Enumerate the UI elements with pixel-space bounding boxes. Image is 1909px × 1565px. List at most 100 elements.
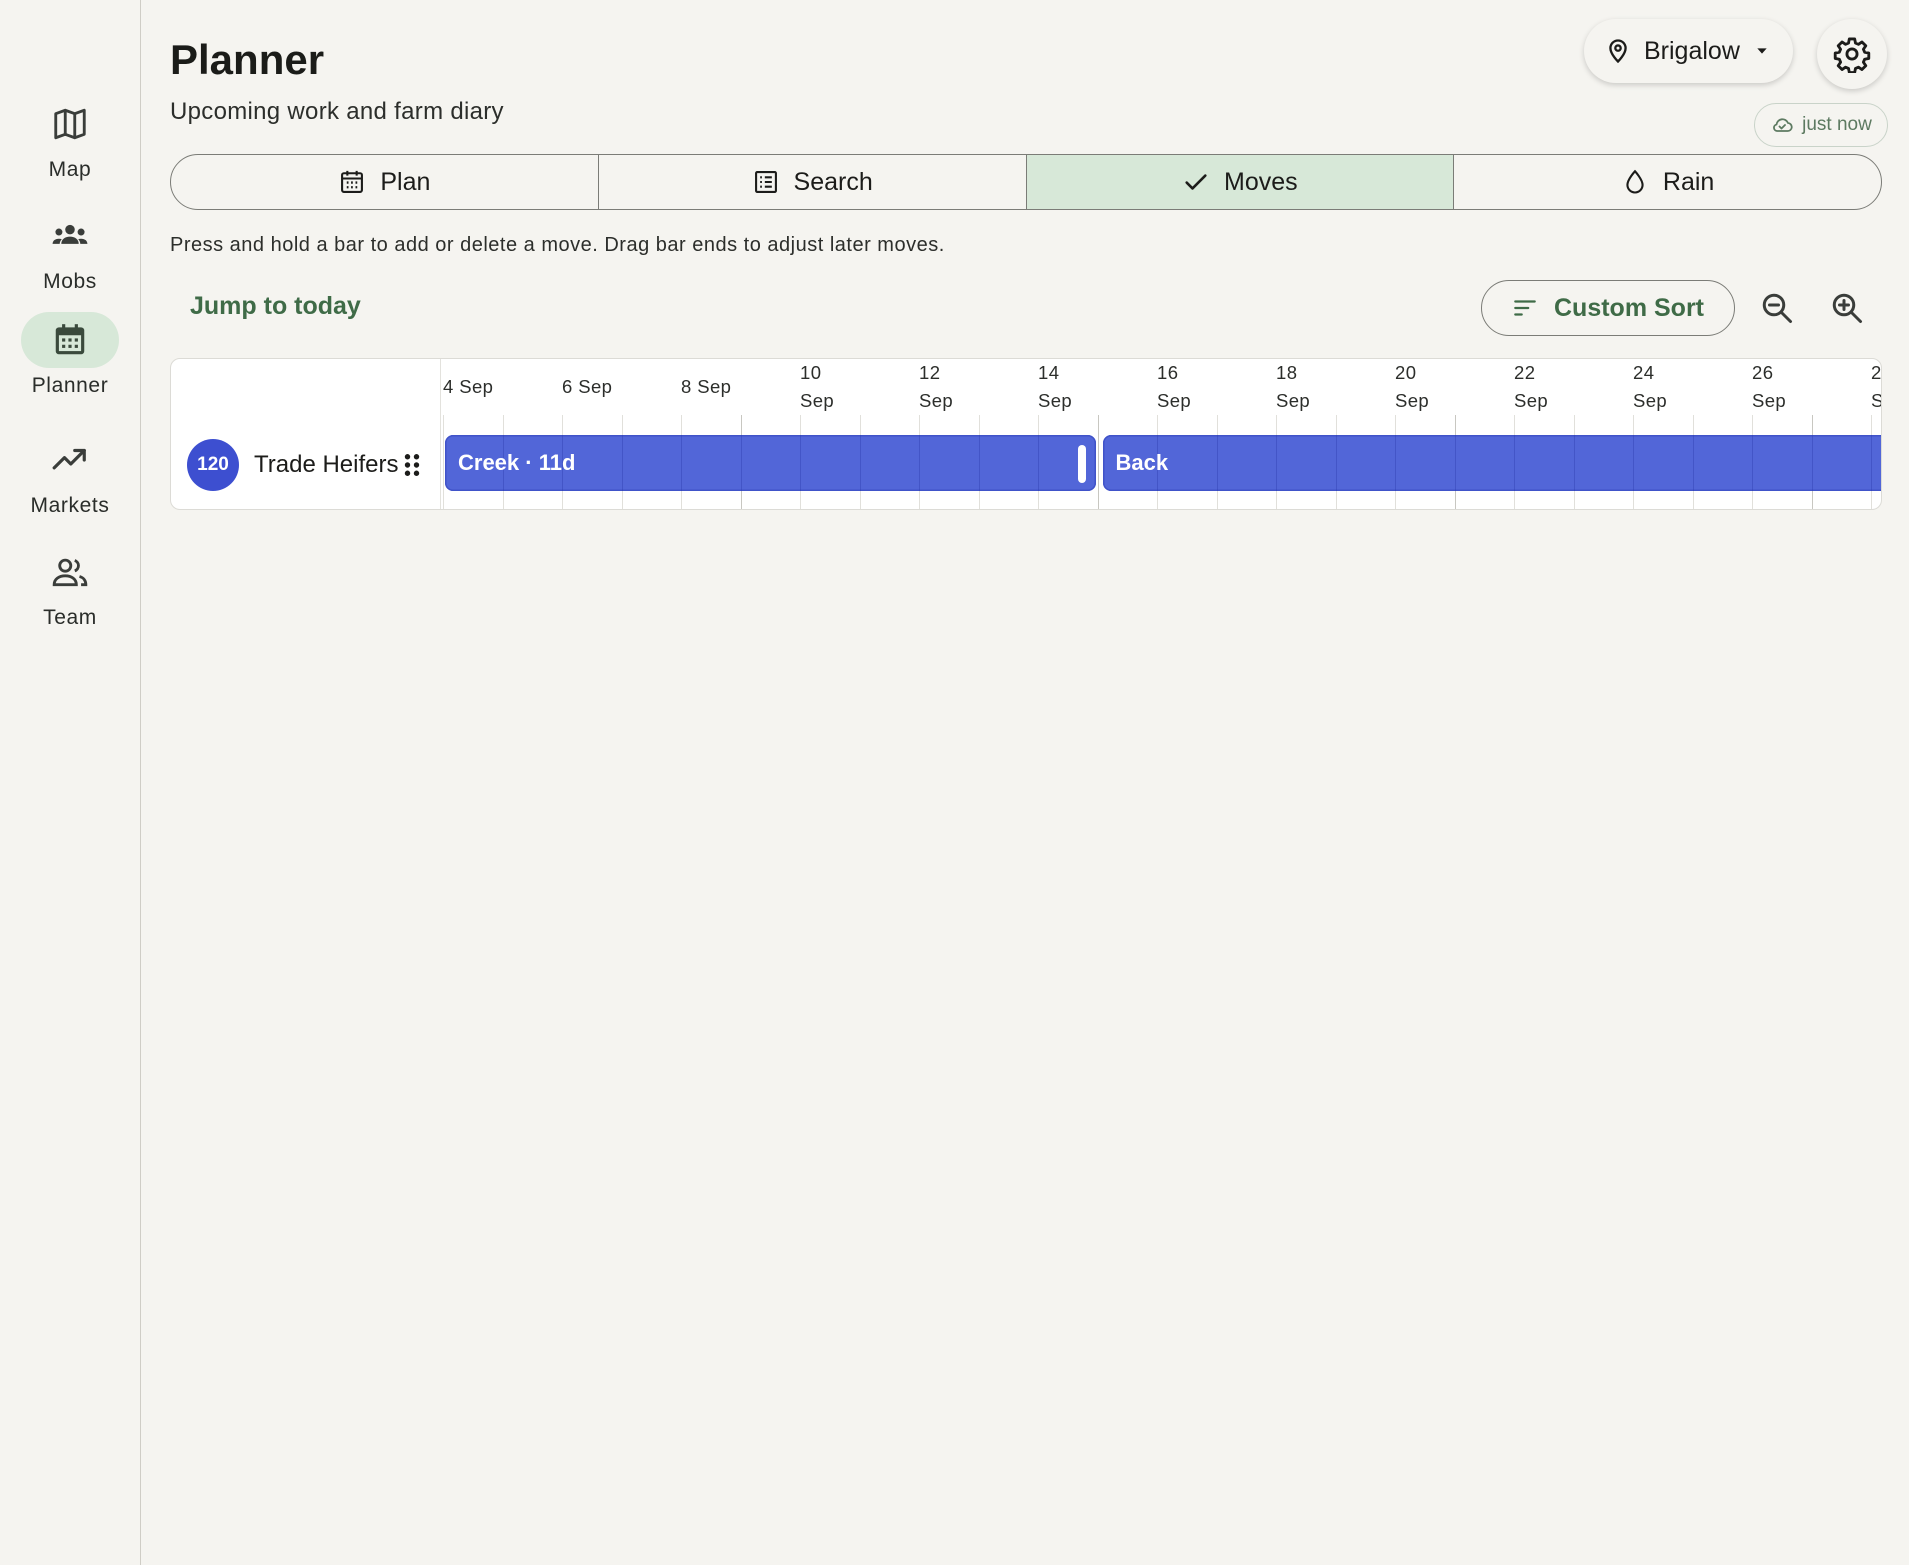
bar-day-divider	[1216, 435, 1218, 491]
mob-count-badge: 120	[187, 439, 239, 491]
sidebar-item-markets[interactable]: Markets	[0, 426, 140, 526]
bar-day-divider	[859, 435, 861, 491]
tab-rain[interactable]: Rain	[1454, 155, 1881, 209]
sort-icon	[1514, 300, 1536, 316]
grid-line	[443, 415, 444, 509]
page-title: Planner	[170, 36, 325, 83]
grid-line	[1097, 415, 1099, 509]
date-label-month: Sep	[1038, 390, 1073, 411]
date-label-month: Sep	[1633, 390, 1668, 411]
date-label: 8 Sep	[681, 373, 731, 401]
move-bar[interactable]: Creek · 11d	[445, 435, 1096, 491]
sidebar-item-markets-pill	[21, 432, 119, 488]
sidebar-item-map-pill	[21, 96, 119, 152]
date-label: 26 Sep	[1752, 359, 1786, 415]
date-label: 24 Sep	[1633, 359, 1667, 415]
view-tabs: Plan Search Moves Rain	[170, 154, 1882, 210]
list-icon	[754, 171, 777, 193]
date-label-day: 6	[562, 376, 573, 397]
date-label: 10 Sep	[800, 359, 834, 415]
tab-label: Plan	[380, 167, 431, 196]
tab-search[interactable]: Search	[599, 155, 1027, 209]
calendar-icon	[55, 324, 85, 355]
move-bar-label: Back	[1115, 450, 1169, 475]
date-label: 28 Sep	[1871, 359, 1882, 415]
date-label-month: Sep	[1157, 390, 1192, 411]
date-label-day: 22	[1514, 362, 1536, 383]
jump-to-today-button[interactable]: Jump to today	[190, 292, 361, 321]
date-label-day: 16	[1157, 362, 1179, 383]
move-bar[interactable]: Back	[1102, 435, 1881, 491]
custom-sort-button[interactable]: Custom Sort	[1481, 280, 1735, 336]
sidebar-item-team-pill	[21, 544, 119, 600]
sidebar-item-planner-pill	[21, 312, 119, 368]
sidebar-item-label: Mobs	[43, 270, 97, 293]
move-bar-label: Creek · 11d	[458, 450, 576, 475]
date-label: 12 Sep	[919, 359, 953, 415]
date-label-month: Sep	[578, 376, 613, 397]
bar-day-divider	[1454, 435, 1456, 491]
custom-sort-label: Custom Sort	[1554, 293, 1704, 322]
date-label-day: 26	[1752, 362, 1774, 383]
zoom-out-button[interactable]	[1754, 285, 1800, 331]
bar-day-divider	[681, 435, 682, 491]
date-label-month: Sep	[1514, 390, 1549, 411]
farm-select[interactable]: Brigalow	[1584, 19, 1793, 83]
farm-select-value: Brigalow	[1644, 36, 1740, 65]
gear-icon	[1833, 37, 1871, 73]
tab-moves[interactable]: Moves	[1026, 155, 1455, 209]
date-label: 20 Sep	[1395, 359, 1429, 415]
people-icon	[52, 558, 88, 587]
bar-day-divider	[1514, 435, 1515, 491]
drag-handle-icon[interactable]	[403, 453, 421, 477]
sidebar: Map Mobs Planner Markets Team	[0, 0, 141, 1565]
zoom-in-button[interactable]	[1824, 285, 1870, 331]
date-label: 22 Sep	[1514, 359, 1548, 415]
tab-plan[interactable]: Plan	[171, 155, 599, 209]
mob-name: Trade Heifers	[254, 451, 399, 478]
date-label-day: 28	[1871, 362, 1882, 383]
date-label-day: 8	[681, 376, 692, 397]
settings-button[interactable]	[1817, 19, 1887, 89]
bar-day-divider	[1276, 435, 1277, 491]
date-label-month: Sep	[1871, 387, 1881, 415]
date-label: 14 Sep	[1038, 359, 1072, 415]
zoom-in-icon	[1832, 293, 1862, 323]
bar-day-divider	[1692, 435, 1694, 491]
bar-day-divider	[800, 435, 801, 491]
date-label-month: Sep	[1752, 390, 1787, 411]
page-subtitle: Upcoming work and farm diary	[170, 98, 504, 125]
zoom-out-icon	[1762, 293, 1792, 323]
bar-day-divider	[978, 435, 980, 491]
bar-day-divider	[1335, 435, 1337, 491]
sidebar-item-team[interactable]: Team	[0, 538, 140, 638]
sidebar-item-label: Map	[48, 158, 92, 181]
date-label: 6 Sep	[562, 373, 612, 401]
bar-day-divider	[1038, 435, 1039, 491]
caret-down-icon	[1757, 48, 1767, 54]
sidebar-item-planner[interactable]: Planner	[0, 306, 140, 406]
sidebar-item-label: Markets	[30, 494, 110, 517]
sidebar-item-label: Planner	[31, 374, 109, 397]
cloud-done-icon	[1773, 118, 1793, 132]
sidebar-item-mobs[interactable]: Mobs	[0, 202, 140, 302]
date-label-month: Sep	[459, 376, 494, 397]
location-pin-icon	[1609, 39, 1627, 64]
sidebar-item-map[interactable]: Map	[0, 90, 140, 190]
date-label-day: 14	[1038, 362, 1060, 383]
date-label-day: 12	[919, 362, 941, 383]
date-label-month: Sep	[697, 376, 732, 397]
date-label-day: 4	[443, 376, 454, 397]
bar-end-handle[interactable]	[1077, 445, 1086, 483]
bar-day-divider	[919, 435, 920, 491]
bar-day-divider	[1871, 435, 1872, 491]
bar-day-divider	[621, 435, 623, 491]
date-label-month: Sep	[1276, 390, 1311, 411]
sync-status-text: just now	[1802, 114, 1872, 135]
tab-label: Rain	[1662, 167, 1715, 196]
date-label-day: 20	[1395, 362, 1417, 383]
bar-day-divider	[1395, 435, 1396, 491]
bar-day-divider	[1752, 435, 1753, 491]
instruction-hint: Press and hold a bar to add or delete a …	[170, 234, 945, 256]
check-icon	[1185, 174, 1207, 190]
